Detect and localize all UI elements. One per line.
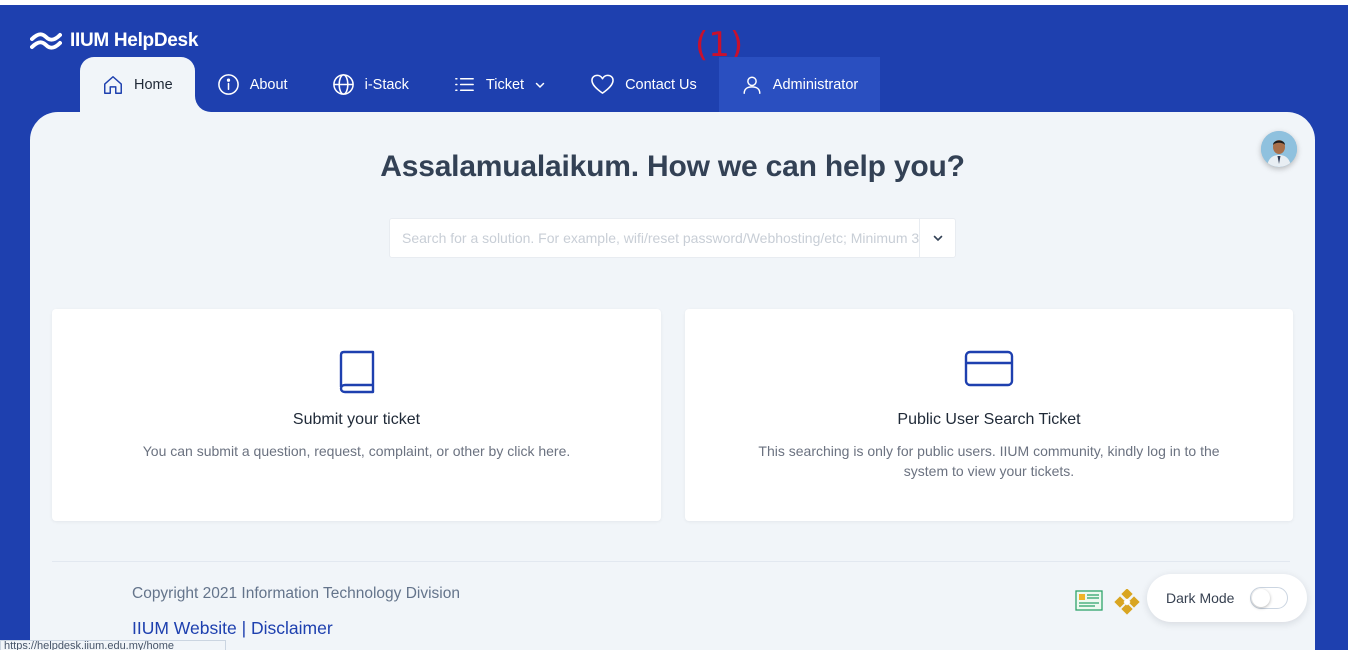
nav-contact-label: Contact Us bbox=[625, 76, 697, 93]
heart-icon bbox=[591, 74, 614, 94]
footer-links: IIUM Website | Disclaimer bbox=[132, 618, 333, 639]
iium-website-link[interactable]: IIUM Website bbox=[132, 618, 237, 638]
search-input[interactable] bbox=[390, 219, 919, 257]
dark-mode-toggle[interactable] bbox=[1250, 587, 1289, 609]
nav-home[interactable]: Home bbox=[80, 57, 195, 112]
chevron-down-icon bbox=[535, 82, 545, 88]
certificate-badge-icon[interactable] bbox=[1075, 589, 1103, 613]
submit-ticket-card[interactable]: Submit your ticket You can submit a ques… bbox=[52, 309, 661, 521]
public-search-ticket-card[interactable]: Public User Search Ticket This searching… bbox=[685, 309, 1293, 521]
card-title: Submit your ticket bbox=[292, 411, 421, 428]
brand-logo[interactable]: IIUM HelpDesk bbox=[30, 29, 198, 53]
nav-administrator-label: Administrator bbox=[772, 76, 859, 93]
search-bar bbox=[389, 218, 956, 258]
browser-status-url: https://helpdesk.iium.edu.my/home bbox=[0, 640, 226, 650]
list-icon bbox=[455, 77, 474, 92]
nav-ticket-label: Ticket bbox=[485, 76, 525, 93]
wave-logo-icon bbox=[30, 32, 62, 50]
nav-istack-label: i-Stack bbox=[364, 76, 409, 93]
home-icon bbox=[104, 75, 122, 94]
toggle-knob bbox=[1252, 589, 1271, 607]
footer-divider bbox=[52, 561, 1290, 562]
search-dropdown-button[interactable] bbox=[919, 219, 955, 257]
chevron-down-icon bbox=[933, 235, 942, 242]
nav-about[interactable]: About bbox=[195, 57, 310, 112]
nav-istack[interactable]: i-Stack bbox=[310, 57, 431, 112]
book-icon bbox=[339, 350, 374, 394]
geometric-badge-icon[interactable] bbox=[1112, 589, 1142, 615]
nav-about-label: About bbox=[249, 76, 288, 93]
globe-icon bbox=[332, 74, 354, 95]
dark-mode-panel: Dark Mode bbox=[1147, 574, 1307, 622]
card-icon bbox=[964, 350, 1014, 387]
nav-administrator[interactable]: Administrator bbox=[718, 57, 881, 112]
main-nav: Home About i-Stack Ticket Contact Us Adm… bbox=[80, 57, 881, 112]
copyright-text: Copyright 2021 Information Technology Di… bbox=[132, 585, 460, 602]
nav-home-label: Home bbox=[134, 76, 173, 93]
dark-mode-label: Dark Mode bbox=[1166, 590, 1235, 606]
link-separator: | bbox=[236, 618, 251, 638]
user-icon bbox=[743, 75, 761, 94]
card-title: Public User Search Ticket bbox=[897, 411, 1081, 428]
card-description: You can submit a question, request, comp… bbox=[142, 443, 571, 459]
brand-name: IIUM HelpDesk bbox=[70, 30, 199, 51]
info-icon bbox=[217, 74, 239, 95]
disclaimer-link[interactable]: Disclaimer bbox=[251, 618, 333, 638]
card-description: This searching is only for public users.… bbox=[758, 443, 1220, 479]
nav-contact-us[interactable]: Contact Us bbox=[568, 57, 719, 112]
nav-ticket[interactable]: Ticket bbox=[431, 57, 568, 112]
page-title: Assalamualaikum. How we can help you? bbox=[380, 150, 965, 183]
tab-curve bbox=[195, 96, 211, 112]
